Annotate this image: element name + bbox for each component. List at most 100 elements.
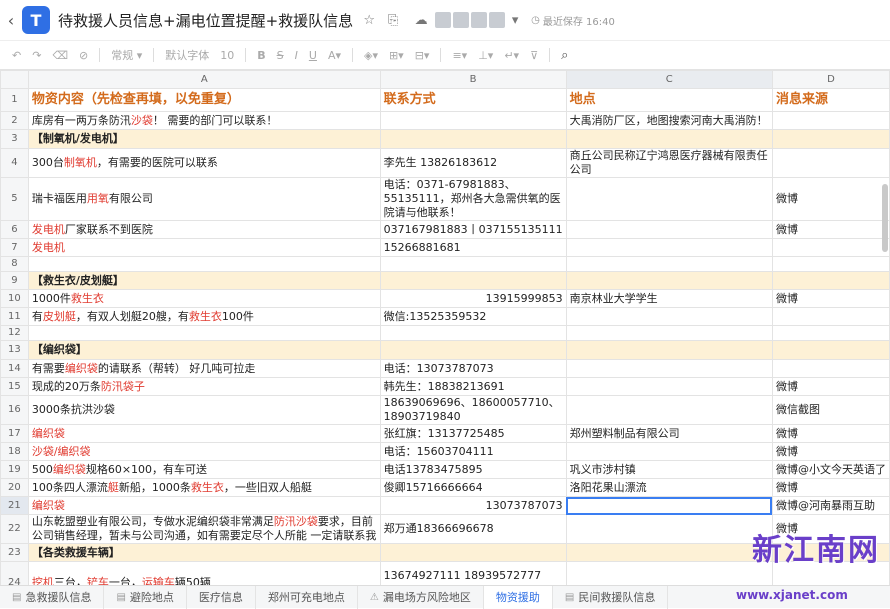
cell-contact[interactable]: 李先生 13826183612: [379, 148, 567, 178]
row-number[interactable]: 10: [0, 289, 29, 308]
row-number[interactable]: 19: [0, 460, 29, 479]
row-number[interactable]: 4: [0, 148, 29, 178]
cloud-icon[interactable]: ☁: [413, 13, 429, 28]
wrap-text-icon[interactable]: ↵▾: [504, 49, 519, 62]
cell-contact[interactable]: 电话：13073787073: [379, 359, 567, 378]
cell-location[interactable]: [565, 359, 773, 378]
cell-source[interactable]: 微博: [771, 177, 890, 221]
row-number[interactable]: 18: [0, 442, 29, 461]
row-number[interactable]: 22: [0, 514, 29, 544]
filter-icon[interactable]: ⊽: [530, 49, 538, 62]
app-logo[interactable]: T: [22, 6, 50, 34]
sheet-tab[interactable]: ▤ 民间救援队信息: [553, 585, 669, 609]
cell-items[interactable]: 沙袋/编织袋: [27, 442, 381, 461]
column-header[interactable]: A: [27, 70, 381, 89]
row-number[interactable]: 3: [0, 129, 29, 149]
border-icon[interactable]: ⊞▾: [389, 49, 404, 62]
select-all-corner[interactable]: [0, 70, 29, 89]
row-number[interactable]: 15: [0, 377, 29, 396]
cell-location[interactable]: [565, 395, 773, 425]
header-cell-contact[interactable]: 联系方式: [379, 88, 567, 112]
cell-source[interactable]: [771, 359, 890, 378]
cell-items[interactable]: 编织袋: [27, 496, 381, 515]
cell-location[interactable]: [565, 543, 773, 562]
row-number[interactable]: 23: [0, 543, 29, 562]
cell-contact[interactable]: 13915999853: [379, 289, 567, 308]
cell-location[interactable]: 南京林业大学学生: [565, 289, 773, 308]
cell-items[interactable]: 现成的20万条防汛袋子: [27, 377, 381, 396]
row-number[interactable]: 24: [0, 561, 29, 585]
search-icon[interactable]: ⌕: [561, 48, 568, 63]
cell-source[interactable]: [771, 325, 890, 341]
underline-icon[interactable]: U: [309, 49, 317, 62]
header-cell-items[interactable]: 物资内容（先检查再填，以免重复）: [27, 88, 381, 112]
row-number[interactable]: 16: [0, 395, 29, 425]
cell-source[interactable]: 微博: [771, 377, 890, 396]
cell-contact[interactable]: 电话13783475895: [379, 460, 567, 479]
row-number[interactable]: 14: [0, 359, 29, 378]
cell-source[interactable]: [771, 238, 890, 257]
font-size-select[interactable]: 10: [220, 49, 234, 62]
clear-format-icon[interactable]: ⊘: [79, 49, 88, 62]
align-vertical-icon[interactable]: ⊥▾: [478, 49, 493, 62]
cell-items[interactable]: 发电机厂家联系不到医院: [27, 220, 381, 239]
row-number[interactable]: 8: [0, 256, 29, 272]
cell-items[interactable]: 有需要编织袋的请联系（帮转） 好几吨可拉走: [27, 359, 381, 378]
sheet-tab[interactable]: ▤ 急救援队信息: [0, 585, 105, 609]
row-number[interactable]: 9: [0, 271, 29, 290]
cell-location[interactable]: 洛阳花果山漂流: [565, 478, 773, 497]
cell-contact[interactable]: [379, 271, 567, 290]
row-number[interactable]: 11: [0, 307, 29, 326]
row-number[interactable]: 12: [0, 325, 29, 341]
fill-color-icon[interactable]: ◈▾: [364, 49, 378, 62]
cell-contact[interactable]: [379, 340, 567, 360]
vertical-scrollbar[interactable]: [882, 184, 888, 252]
column-header[interactable]: C: [565, 70, 773, 89]
cell-location[interactable]: [565, 377, 773, 396]
cell-contact[interactable]: 微信:13525359532: [379, 307, 567, 326]
cell-contact[interactable]: 13073787073: [379, 496, 567, 515]
cell-location[interactable]: [565, 514, 773, 544]
cell-items[interactable]: 发电机: [27, 238, 381, 257]
cell-items[interactable]: 编织袋: [27, 424, 381, 443]
cell-contact[interactable]: 037167981883丨037155135111: [379, 220, 567, 239]
document-title[interactable]: 待救援人员信息+漏电位置提醒+救援队信息: [58, 10, 353, 31]
cell-location[interactable]: [565, 177, 773, 221]
cell-contact[interactable]: 韩先生：18838213691: [379, 377, 567, 396]
cell-contact[interactable]: 俊卿15716666664: [379, 478, 567, 497]
cell-items[interactable]: 500编织袋规格60×100，有车可送: [27, 460, 381, 479]
redo-icon[interactable]: ↷: [32, 49, 41, 62]
sheet-tab[interactable]: 物资援助: [483, 585, 553, 609]
cell-contact[interactable]: [379, 325, 567, 341]
cell-contact[interactable]: [379, 256, 567, 272]
text-color-icon[interactable]: A▾: [328, 49, 341, 62]
cell-source[interactable]: [771, 129, 890, 149]
cell-location[interactable]: [565, 496, 773, 515]
cell-contact[interactable]: 13674927111 18939572777 15838223353: [379, 561, 567, 585]
cell-source[interactable]: [771, 111, 890, 130]
row-number[interactable]: 5: [0, 177, 29, 221]
cell-location[interactable]: [565, 325, 773, 341]
cell-source[interactable]: 微信截图: [771, 395, 890, 425]
cell-items[interactable]: 3000条抗洪沙袋: [27, 395, 381, 425]
cell-location[interactable]: [565, 442, 773, 461]
cell-location[interactable]: 巩义市涉村镇: [565, 460, 773, 479]
avatar[interactable]: [435, 12, 452, 28]
cell-items[interactable]: 库房有一两万条防汛沙袋！ 需要的部门可以联系！: [27, 111, 381, 130]
row-number[interactable]: 1: [0, 88, 29, 112]
strikethrough-icon[interactable]: S: [277, 49, 284, 62]
row-number[interactable]: 17: [0, 424, 29, 443]
row-number[interactable]: 21: [0, 496, 29, 515]
header-cell-location[interactable]: 地点: [565, 88, 773, 112]
cell-source[interactable]: 微博: [771, 442, 890, 461]
bold-icon[interactable]: B: [257, 49, 265, 62]
back-arrow-icon[interactable]: ‹: [0, 11, 22, 30]
cell-contact[interactable]: 15266881681: [379, 238, 567, 257]
cell-items[interactable]: 有皮划艇，有双人划艇20艘，有救生衣100件: [27, 307, 381, 326]
row-number[interactable]: 7: [0, 238, 29, 257]
row-number[interactable]: 20: [0, 478, 29, 497]
cell-source[interactable]: 微博: [771, 289, 890, 308]
row-number[interactable]: 6: [0, 220, 29, 239]
cell-location[interactable]: [565, 220, 773, 239]
cell-items[interactable]: 山东乾盟塑业有限公司，专做水泥编织袋非常满足防汛沙袋要求，目前公司销售经理，暂未…: [27, 514, 381, 544]
